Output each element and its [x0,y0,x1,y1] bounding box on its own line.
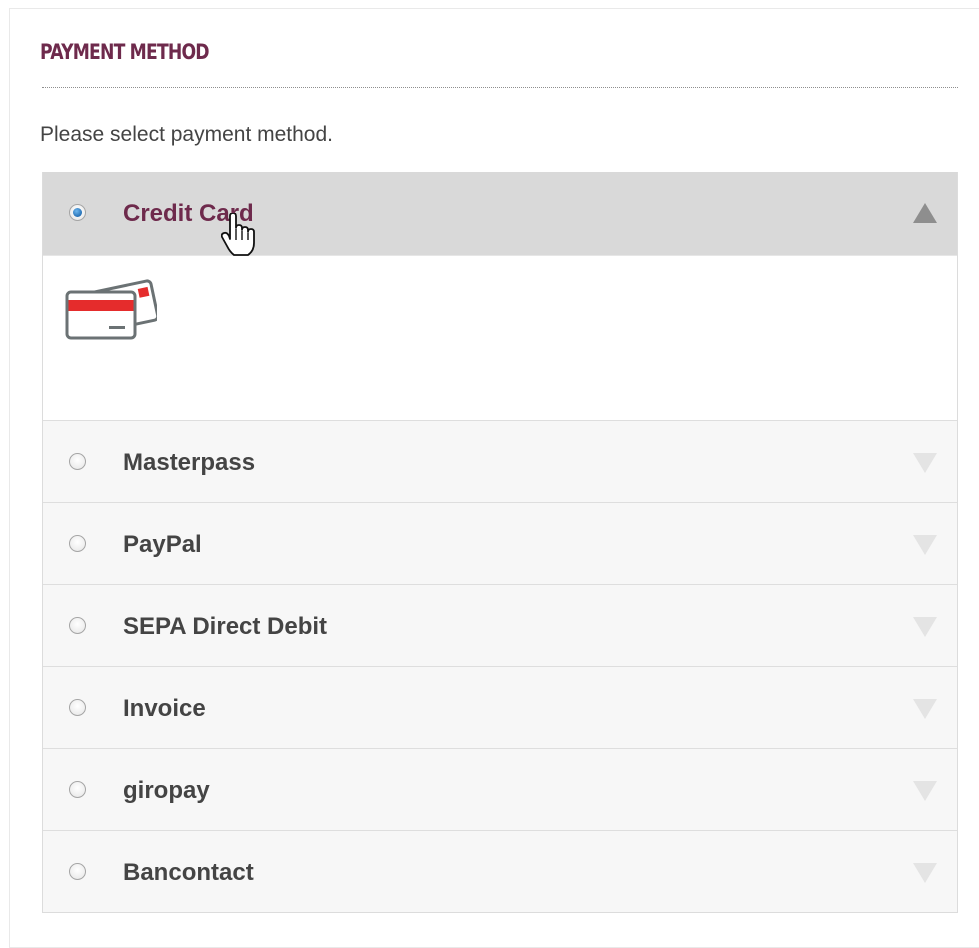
method-masterpass[interactable]: Masterpass [43,420,957,502]
credit-card-icon [65,279,157,340]
title-divider [42,87,958,88]
chevron-down-icon[interactable] [913,617,937,637]
method-label: SEPA Direct Debit [123,613,328,640]
radio-invoice[interactable] [69,699,86,716]
radio-masterpass[interactable] [69,453,86,470]
method-paypal[interactable]: PayPal [43,502,957,584]
chevron-up-icon[interactable] [913,203,937,223]
method-bancontact[interactable]: Bancontact [43,830,957,912]
chevron-down-icon[interactable] [913,453,937,473]
method-label: Invoice [123,695,206,722]
intro-text: Please select payment method. [40,123,333,146]
radio-bancontact[interactable] [69,863,86,880]
method-label: giropay [123,777,210,804]
radio-paypal[interactable] [69,535,86,552]
chevron-down-icon[interactable] [913,781,937,801]
radio-sepa-direct-debit[interactable] [69,617,86,634]
method-label: Masterpass [123,449,256,476]
payment-method-list: Credit Card Masterpass PayPal SEPA Direc… [42,172,958,913]
method-invoice[interactable]: Invoice [43,666,957,748]
chevron-down-icon[interactable] [913,699,937,719]
method-credit-card[interactable]: Credit Card [43,172,957,255]
method-giropay[interactable]: giropay [43,748,957,830]
method-label: Bancontact [123,859,254,886]
method-label: PayPal [123,531,202,558]
method-sepa-direct-debit[interactable]: SEPA Direct Debit [43,584,957,666]
section-title: PAYMENT METHOD [40,40,210,64]
radio-giropay[interactable] [69,781,86,798]
chevron-down-icon[interactable] [913,863,937,883]
method-label: Credit Card [123,200,254,227]
chevron-down-icon[interactable] [913,535,937,555]
credit-card-details [43,255,957,420]
radio-credit-card[interactable] [69,204,86,221]
